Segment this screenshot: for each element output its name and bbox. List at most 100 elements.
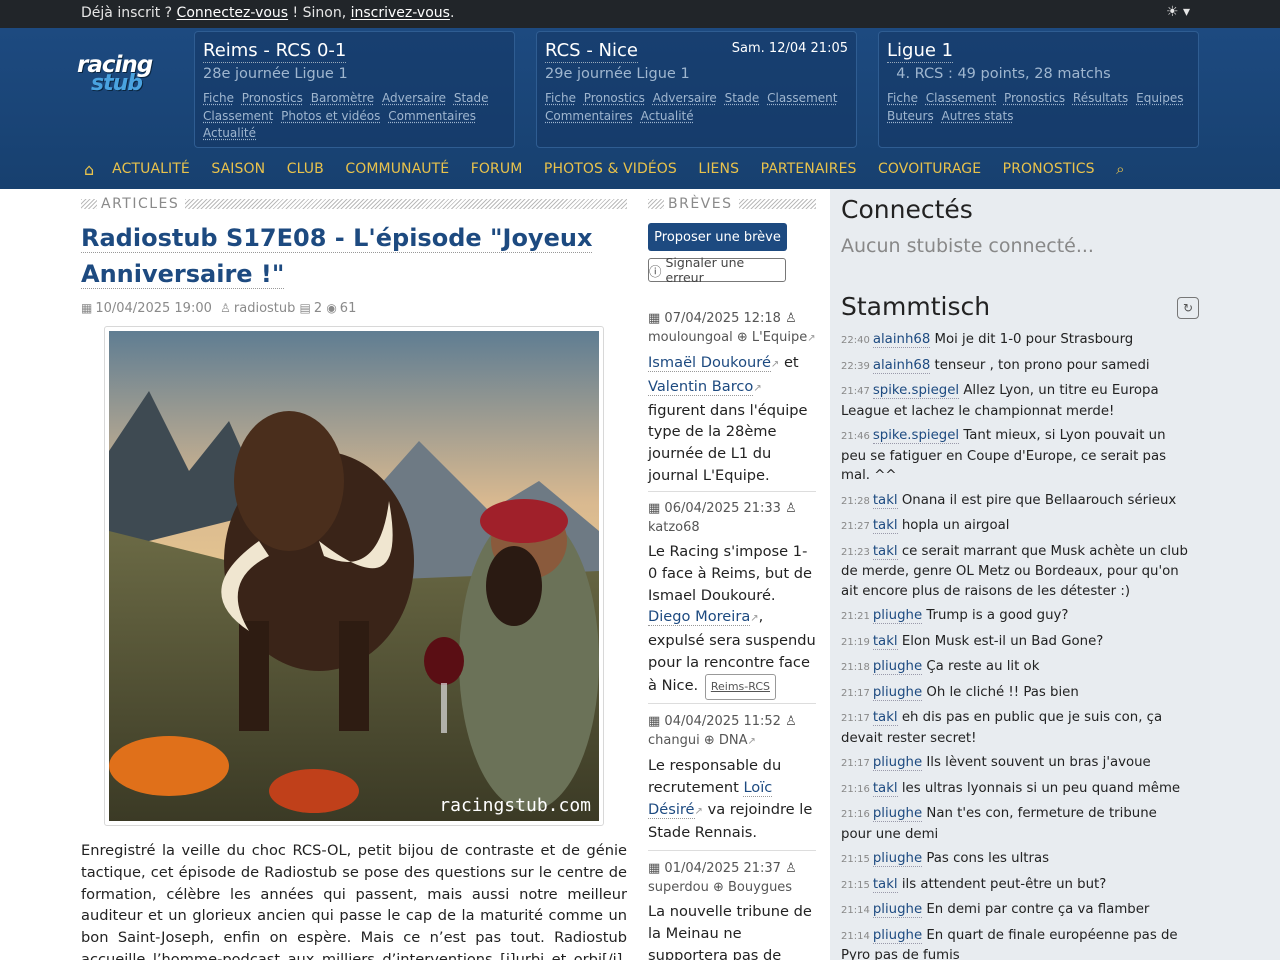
article-comments[interactable]: 2 (314, 301, 322, 316)
nav-item-photos-videos[interactable]: PHOTOS & VIDÉOS (544, 161, 677, 177)
card-link[interactable]: Classement (203, 109, 273, 123)
chat-user[interactable]: alainh68 (872, 332, 931, 348)
propose-breve-button[interactable]: Proposer une brève (648, 223, 787, 251)
card-link[interactable]: Baromètre (311, 91, 374, 105)
card-title[interactable]: RCS - Nice (545, 40, 638, 63)
article-illustration: racingstub.com (109, 331, 599, 821)
card-link[interactable]: Classement (767, 91, 837, 105)
card-link[interactable]: Equipes (1136, 91, 1183, 105)
external-link-icon: ↗ (694, 805, 703, 817)
chat-user[interactable]: takl (872, 492, 898, 509)
breve-tag[interactable]: Reims-RCS (704, 673, 776, 700)
card-link[interactable]: Fiche (887, 91, 918, 105)
breve-source[interactable]: Bouygues (728, 880, 792, 895)
chat-user[interactable]: takl (872, 876, 898, 893)
chat-time: 21:16 (841, 809, 870, 820)
nav-item-liens[interactable]: LIENS (698, 161, 739, 177)
nav-item-pronostics[interactable]: PRONOSTICS (1003, 161, 1095, 177)
card-link[interactable]: Classement (926, 91, 996, 105)
chat-user[interactable]: takl (872, 710, 898, 726)
articles-section-label: ARTICLES (101, 196, 180, 212)
nav-item-covoiturage[interactable]: COVOITURAGE (878, 161, 981, 177)
breve-link[interactable]: Diego Moreira (648, 608, 751, 627)
chat-user[interactable]: takl (872, 543, 898, 560)
card-link[interactable]: Résultats (1073, 91, 1128, 105)
comment-icon: ▤ (299, 301, 311, 315)
card-link[interactable]: Fiche (203, 91, 234, 105)
nav-item-forum[interactable]: FORUM (471, 161, 523, 177)
chat-user[interactable]: pliughe (872, 927, 923, 944)
chat-user[interactable]: spike.spiegel (872, 428, 960, 444)
external-link-icon: ↗ (747, 736, 756, 747)
chat-user[interactable]: pliughe (872, 684, 923, 701)
refresh-icon[interactable]: ↻ (1177, 297, 1199, 319)
breve-link[interactable]: Ismaël Doukouré (648, 354, 771, 372)
chat-user[interactable]: spike.spiegel (872, 383, 960, 399)
breve-source[interactable]: L'Equipe (752, 330, 807, 345)
article-author[interactable]: radiostub (234, 301, 296, 316)
nav-item-partenaires[interactable]: PARTENAIRES (761, 161, 857, 177)
breve-author[interactable]: changui (648, 733, 700, 748)
chat-text: Ça reste au lit ok (922, 659, 1040, 674)
breve-meta: ▦ 01/04/2025 21:37 ♙ superdou ⊕ Bouygues (648, 859, 816, 897)
card-link[interactable]: Commentaires (388, 109, 476, 123)
breve-author[interactable]: mouloungoal (648, 330, 733, 345)
article-title-text[interactable]: Radiostub S17E08 - L'épisode "Joyeux Ann… (81, 224, 593, 289)
theme-toggle-icon[interactable]: ☀ ▾ (1166, 4, 1194, 24)
card-link[interactable]: Stade (725, 91, 760, 105)
article-title[interactable]: Radiostub S17E08 - L'épisode "Joyeux Ann… (81, 220, 627, 292)
register-link[interactable]: inscrivez-vous (351, 5, 450, 21)
chat-user[interactable]: pliughe (872, 902, 923, 918)
login-link[interactable]: Connectez-vous (177, 5, 289, 21)
card-link[interactable]: Autres stats (942, 109, 1014, 123)
chat-message: 21:14 pliughe En demi par contre ça va fl… (841, 900, 1191, 921)
nav-item-communaute[interactable]: COMMUNAUTÉ (345, 161, 449, 177)
nav-item-club[interactable]: CLUB (287, 161, 324, 177)
breve-author[interactable]: katzo68 (648, 520, 700, 535)
card-subtitle: 4. RCS : 49 points, 28 matchs (887, 66, 1111, 82)
card-link[interactable]: Adversaire (653, 91, 717, 105)
calendar-icon: ▦ (81, 301, 93, 315)
chat-message: 21:17 pliughe Oh le cliché !! Pas bien (841, 683, 1191, 704)
chat-message: 21:17 pliughe Ils lèvent souvent un bras … (841, 753, 1191, 774)
chat-user[interactable]: pliughe (872, 755, 923, 771)
chat-user[interactable]: takl (872, 518, 898, 534)
chat-user[interactable]: takl (872, 780, 898, 797)
nav-item-actualite[interactable]: ACTUALITÉ (112, 161, 190, 177)
home-icon[interactable]: ⌂ (84, 160, 94, 179)
card-link[interactable]: Pronostics (242, 91, 303, 105)
search-icon[interactable]: ⌕ (1116, 160, 1124, 178)
divider (648, 850, 816, 851)
card-link[interactable]: Adversaire (382, 91, 446, 105)
card-link[interactable]: Commentaires (545, 109, 633, 123)
card-link[interactable]: Pronostics (1004, 91, 1065, 105)
card-link[interactable]: Actualité (203, 126, 256, 140)
article-image[interactable]: racingstub.com (104, 326, 604, 826)
card-link[interactable]: Actualité (641, 109, 694, 123)
chat-text: Ils lèvent souvent un bras j'avoue (922, 755, 1151, 770)
card-title[interactable]: Ligue 1 (887, 40, 954, 63)
card-link[interactable]: Stade (454, 91, 489, 105)
breve-link[interactable]: Valentin Barco (648, 377, 754, 396)
chat-message: 21:23 takl ce serait marrant que Musk ach… (841, 542, 1191, 602)
card-link[interactable]: Photos et vidéos (281, 109, 380, 123)
chat-user[interactable]: pliughe (872, 659, 923, 675)
report-error-button[interactable]: ⓘ Signaler une erreur (648, 255, 786, 285)
card-link[interactable]: Buteurs (887, 109, 934, 123)
chat-user[interactable]: alainh68 (872, 357, 931, 374)
chat-time: 22:40 (841, 335, 870, 346)
chat-message: 22:39 alainh68 tenseur , ton prono pour s… (841, 356, 1191, 377)
chat-user[interactable]: pliughe (872, 806, 923, 822)
breve-source[interactable]: DNA (719, 733, 748, 748)
card-links: Fiche Pronostics Baromètre Adversaire St… (203, 90, 506, 143)
chat-user[interactable]: pliughe (872, 851, 923, 867)
card-title[interactable]: Reims - RCS 0-1 (203, 40, 347, 63)
nav-item-saison[interactable]: SAISON (211, 161, 265, 177)
card-link[interactable]: Fiche (545, 91, 576, 105)
breve-author[interactable]: superdou (648, 880, 709, 895)
site-logo[interactable]: racing stub (77, 52, 163, 98)
chat-message: 21:28 takl Onana il est pire que Bellaaro… (841, 491, 1191, 512)
chat-user[interactable]: takl (872, 633, 898, 650)
card-link[interactable]: Pronostics (584, 91, 645, 105)
chat-user[interactable]: pliughe (872, 608, 923, 624)
